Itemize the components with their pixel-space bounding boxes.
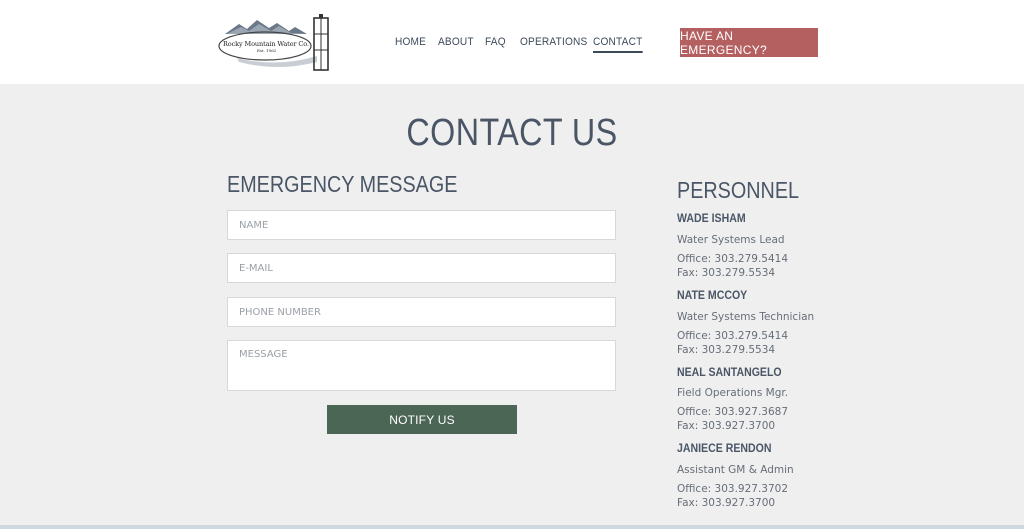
company-logo[interactable]: Rocky Mountain Water Co. Est. 1962 <box>217 12 335 72</box>
name-input[interactable] <box>227 210 616 240</box>
logo-tagline: Est. 1962 <box>257 48 277 53</box>
person-role: Assistant GM & Admin <box>677 464 794 476</box>
logo-name: Rocky Mountain Water Co. <box>223 40 309 48</box>
nav-operations[interactable]: OPERATIONS <box>520 36 587 48</box>
message-textarea[interactable] <box>227 340 616 391</box>
person-office-phone: Office: 303.279.5414 <box>677 330 789 342</box>
page-title: CONTACT US <box>406 112 618 154</box>
phone-input[interactable] <box>227 297 616 327</box>
notify-us-button[interactable]: NOTIFY US <box>327 405 517 434</box>
person-fax: Fax: 303.279.5534 <box>677 344 776 356</box>
person-name: NEAL SANTANGELO <box>677 365 782 379</box>
person-office-phone: Office: 303.927.3702 <box>677 483 789 495</box>
site-header: Rocky Mountain Water Co. Est. 1962 HOME … <box>0 0 1024 84</box>
have-an-emergency-button[interactable]: HAVE AN EMERGENCY? <box>680 28 818 57</box>
personnel-title: PERSONNEL <box>677 177 800 203</box>
email-input[interactable] <box>227 253 616 283</box>
person-role: Water Systems Lead <box>677 234 785 246</box>
nav-about[interactable]: ABOUT <box>438 36 474 48</box>
nav-contact[interactable]: CONTACT <box>593 36 643 53</box>
person-fax: Fax: 303.927.3700 <box>677 497 776 509</box>
person-fax: Fax: 303.927.3700 <box>677 420 776 432</box>
nav-faq[interactable]: FAQ <box>485 36 506 48</box>
person-office-phone: Office: 303.927.3687 <box>677 406 789 418</box>
person-office-phone: Office: 303.279.5414 <box>677 253 789 265</box>
person-role: Field Operations Mgr. <box>677 387 789 399</box>
person-role: Water Systems Technician <box>677 311 815 323</box>
window-bottom-edge <box>0 525 1024 529</box>
person-name: NATE MCCOY <box>677 288 748 302</box>
person-name: JANIECE RENDON <box>677 441 772 455</box>
nav-home[interactable]: HOME <box>395 36 426 48</box>
person-name: WADE ISHAM <box>677 211 746 225</box>
form-title: EMERGENCY MESSAGE <box>227 171 458 197</box>
person-fax: Fax: 303.279.5534 <box>677 267 776 279</box>
